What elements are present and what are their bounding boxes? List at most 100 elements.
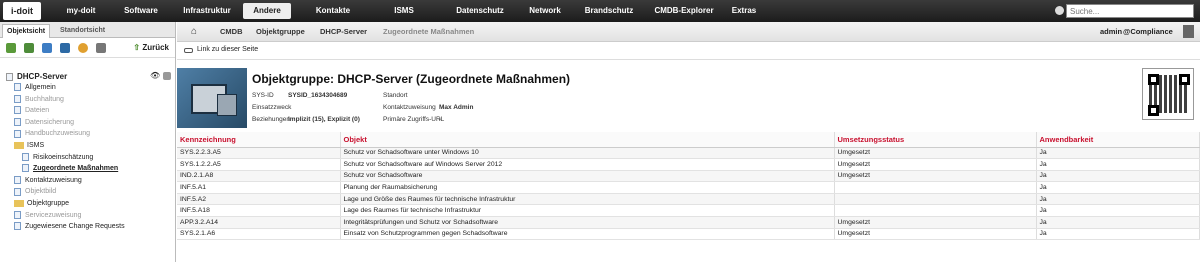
table-cell: Umgesetzt	[834, 170, 1037, 183]
table-cell: Umgesetzt	[834, 228, 1037, 241]
user-tenant[interactable]: @Compliance	[1123, 22, 1173, 42]
settings-icon[interactable]	[1055, 6, 1064, 15]
tree-item[interactable]: Dateien	[14, 106, 49, 116]
table-cell: SYS.1.2.2.A5	[177, 158, 341, 171]
table-cell: Ja	[1036, 181, 1200, 194]
table-row[interactable]: INF.5.A2 Lage und Größe des Raumes für te…	[177, 193, 1200, 206]
table-cell: Umgesetzt	[834, 216, 1037, 229]
attr-key: Beziehungen	[252, 116, 290, 123]
category-icon	[14, 83, 21, 92]
nav-item-extras[interactable]: Extras	[722, 3, 766, 19]
tree-item[interactable]: Datensicherung	[14, 117, 75, 128]
breadcrumb-dhcp-server[interactable]: DHCP-Server	[320, 22, 367, 42]
col-objekt[interactable]: Objekt	[340, 132, 835, 148]
table-cell: SYS.2.2.3.A5	[177, 147, 341, 160]
options-icon[interactable]	[163, 72, 171, 80]
table-cell: Integritätsprüfungen und Schutz vor Scha…	[340, 216, 835, 229]
breadcrumb-current: Zugeordnete Maßnahmen	[383, 27, 475, 36]
attr-key: Einsatzzweck	[252, 104, 292, 111]
table-row[interactable]: SYS.2.2.3.A5 Schutz vor Schadsoftware unt…	[177, 147, 1200, 160]
attr-key: SYS-ID	[252, 92, 274, 99]
nav-item-isms[interactable]: ISMS	[376, 3, 432, 19]
table-cell: Schutz vor Schadsoftware auf Windows Ser…	[340, 158, 835, 171]
tree-item-label: Objektbild	[25, 188, 57, 196]
attr-value: Max Admin	[439, 104, 474, 111]
tree-item[interactable]: Allgemein	[14, 83, 56, 93]
table-cell	[834, 193, 1037, 206]
tree-item[interactable]: Zugewiesene Change Requests	[14, 222, 125, 232]
folder-icon	[14, 141, 24, 149]
tree-item[interactable]: Buchhaltung	[14, 94, 64, 105]
table-cell: Ja	[1036, 147, 1200, 160]
expand-icon[interactable]	[24, 43, 34, 53]
list-icon[interactable]	[60, 43, 70, 53]
tree-item[interactable]: Servicezuweisung	[14, 210, 81, 221]
table-row[interactable]: SYS.2.1.A6 Einsatz von Schutzprogrammen g…	[177, 228, 1200, 241]
measures-table: Kennzeichnung Objekt Umsetzungsstatus An…	[177, 132, 1200, 241]
sidebar-toolbar: ⇧ Zurück	[0, 38, 175, 58]
table-cell: Ja	[1036, 228, 1200, 241]
tree-icon[interactable]	[6, 43, 16, 53]
nav-item-brandschutz[interactable]: Brandschutz	[578, 3, 640, 19]
home-icon[interactable]: ⌂	[191, 22, 197, 42]
folder-icon	[14, 199, 24, 207]
table-cell: Schutz vor Schadsoftware unter Windows 1…	[340, 147, 835, 160]
category-icon	[22, 164, 29, 173]
table-row[interactable]: APP.3.2.A14 Integritätsprüfungen und Schu…	[177, 216, 1200, 229]
table-cell: Lage und Größe des Raumes für technische…	[340, 193, 835, 206]
nav-item-network[interactable]: Network	[520, 3, 570, 19]
tree-item[interactable]: Handbuchzuweisung	[14, 129, 90, 139]
col-kennzeichnung[interactable]: Kennzeichnung	[177, 132, 341, 148]
tree-item-label: Datensicherung	[25, 118, 75, 126]
filter-icon[interactable]	[78, 43, 88, 53]
breadcrumb-cmdb[interactable]: CMDB	[220, 22, 243, 42]
table-cell: SYS.2.1.A6	[177, 228, 341, 241]
qr-code[interactable]	[1142, 68, 1194, 120]
attr-key: Kontaktzuweisung	[383, 104, 436, 111]
search-input[interactable]	[1066, 4, 1194, 18]
nav-item-datenschutz[interactable]: Datenschutz	[439, 3, 521, 19]
link-icon	[184, 48, 193, 53]
attr-value: Implizit (15), Explizit (0)	[288, 116, 360, 123]
tree-item[interactable]: Objektbild	[14, 187, 56, 197]
table-row[interactable]: INF.5.A1 Planung der Raumabsicherung Ja	[177, 181, 1200, 194]
nav-item-cmdb-explorer[interactable]: CMDB-Explorer	[644, 3, 724, 19]
table-cell: APP.3.2.A14	[177, 216, 341, 229]
tree-root[interactable]: DHCP-Server	[6, 72, 67, 82]
tree-item[interactable]: Zugeordnete Maßnahmen	[22, 164, 118, 174]
sidebar: Objektsicht Standortsicht ⇧ Zurück DHCP-…	[0, 22, 176, 262]
permalink[interactable]: Link zu dieser Seite	[197, 46, 258, 53]
tree-item[interactable]: ISMS	[14, 141, 44, 151]
col-anwendbarkeit[interactable]: Anwendbarkeit	[1036, 132, 1200, 148]
table-cell: Ja	[1036, 204, 1200, 218]
table-row[interactable]: INF.5.A18 Lage des Raumes für technische …	[177, 204, 1200, 218]
collapse-icon[interactable]	[42, 43, 52, 53]
link-bar: Link zu dieser Seite	[177, 42, 1200, 60]
tree-item[interactable]: Risikoeinschätzung	[22, 152, 93, 163]
user-name[interactable]: admin	[1100, 22, 1122, 42]
tree-item[interactable]: Kontaktzuweisung	[14, 175, 82, 186]
print-icon[interactable]	[96, 43, 106, 53]
tab-standortsicht[interactable]: Standortsicht	[56, 24, 109, 38]
eye-icon[interactable]: 👁	[150, 71, 160, 80]
nav-item-my-doit[interactable]: my-doit	[52, 3, 110, 19]
nav-item-kontakte[interactable]: Kontakte	[298, 3, 368, 19]
nav-item-andere[interactable]: Andere	[243, 3, 291, 19]
col-umsetzungsstatus[interactable]: Umsetzungsstatus	[834, 132, 1037, 148]
back-label: Zurück	[142, 43, 169, 52]
tree-item-label: Zugewiesene Change Requests	[25, 223, 125, 231]
table-row[interactable]: IND.2.1.A8 Schutz vor Schadsoftware Umgese…	[177, 170, 1200, 183]
top-navigation: i-doit my-doit Software Infrastruktur Ander…	[0, 0, 1200, 22]
table-row[interactable]: SYS.1.2.2.A5 Schutz vor Schadsoftware auf…	[177, 158, 1200, 171]
tree-item[interactable]: Objektgruppe	[14, 199, 69, 209]
tab-objektsicht[interactable]: Objektsicht	[2, 24, 51, 38]
nav-item-infrastruktur[interactable]: Infrastruktur	[172, 3, 242, 19]
breadcrumb-objektgruppe[interactable]: Objektgruppe	[256, 22, 305, 42]
nav-item-software[interactable]: Software	[112, 3, 170, 19]
category-icon	[14, 210, 21, 219]
user-icon[interactable]	[1183, 25, 1194, 38]
back-button[interactable]: ⇧ Zurück	[133, 43, 169, 52]
category-icon	[14, 129, 21, 138]
category-icon	[14, 175, 21, 184]
table-cell: INF.5.A1	[177, 181, 341, 194]
